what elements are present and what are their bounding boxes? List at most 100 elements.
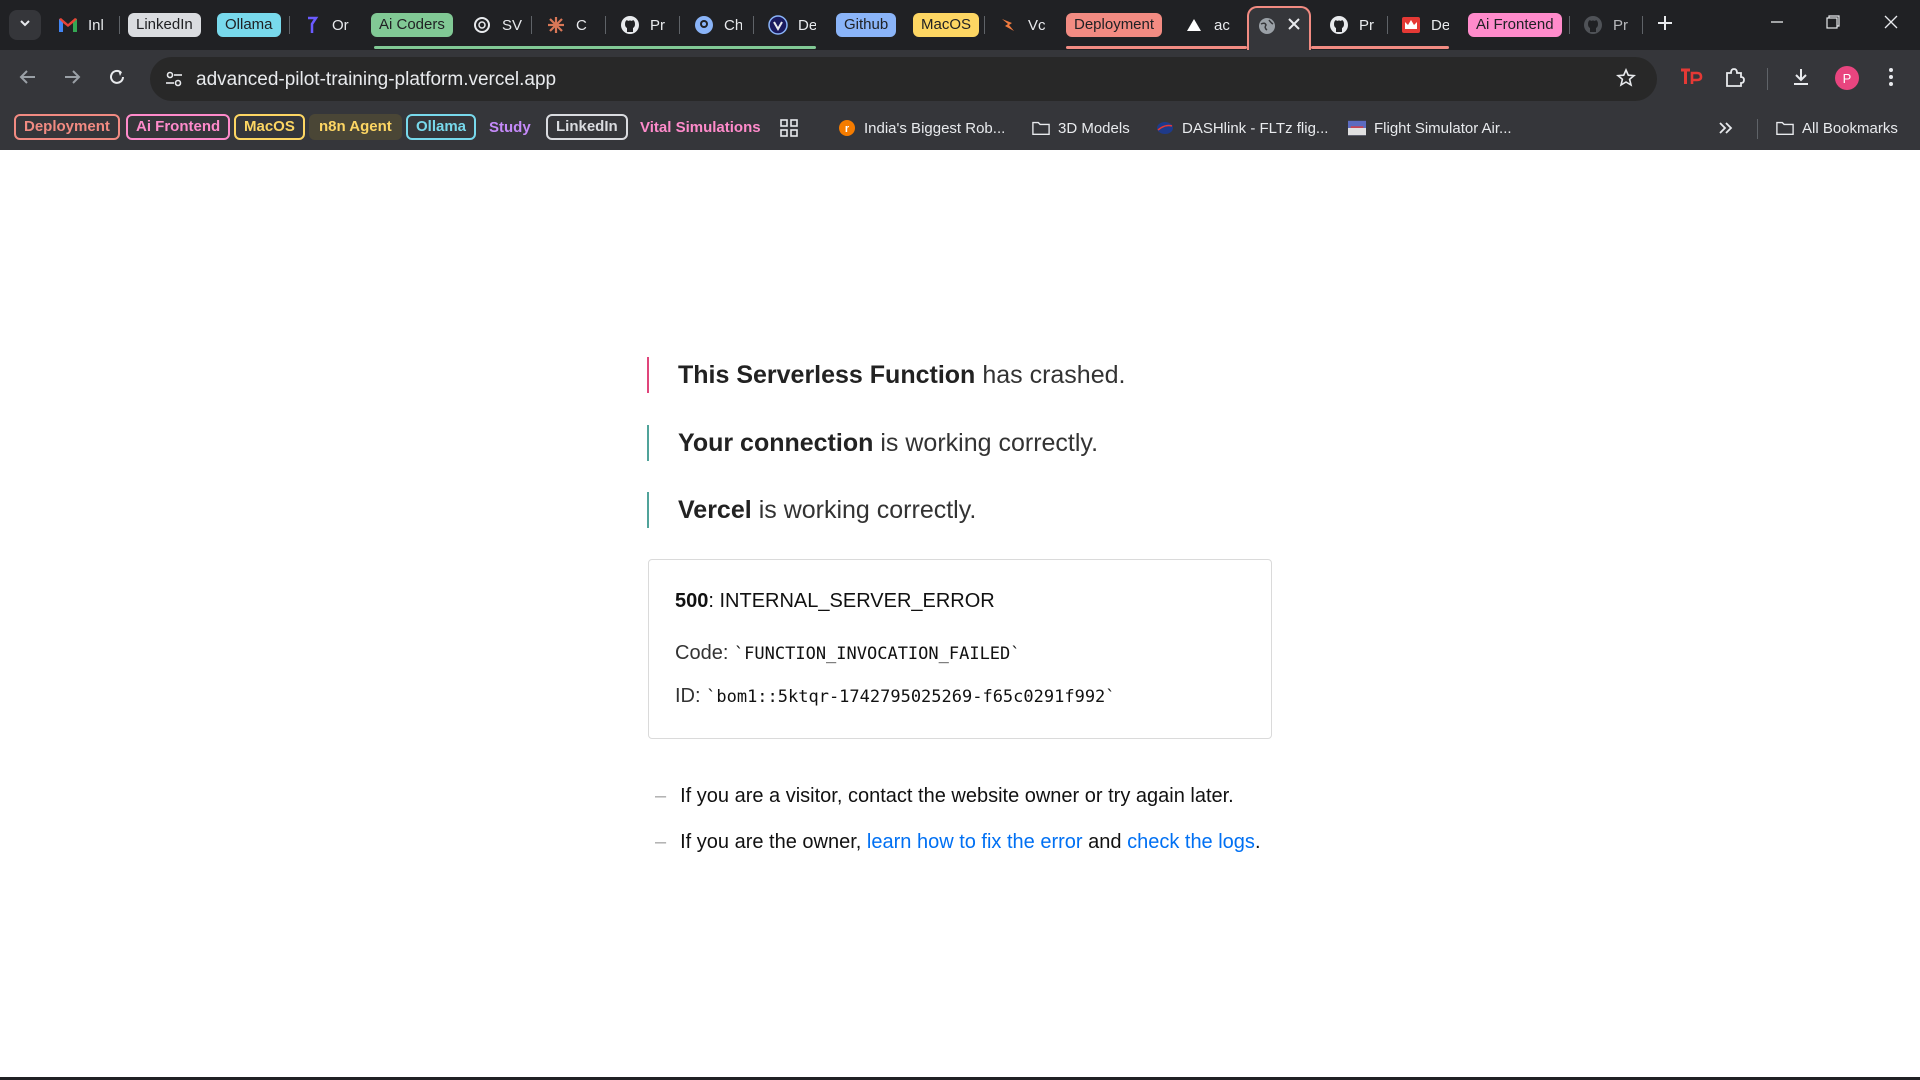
bookmark-group-n8n-agent[interactable]: n8n Agent xyxy=(309,114,402,140)
more-bookmarks-icon[interactable] xyxy=(1718,120,1734,141)
extensions-button[interactable] xyxy=(1718,62,1752,96)
downloads-button[interactable] xyxy=(1784,62,1818,96)
perplexity-icon xyxy=(302,15,322,35)
status-text: has crashed. xyxy=(982,360,1126,389)
apps-grid-icon[interactable] xyxy=(780,119,798,142)
star-icon[interactable] xyxy=(1615,68,1637,93)
tab-title: Inl xyxy=(88,16,104,34)
error-status-code: 500 xyxy=(675,590,709,612)
bookmark-label: All Bookmarks xyxy=(1802,119,1898,137)
restore-button[interactable] xyxy=(1813,8,1853,40)
bookmark-3d-models[interactable]: 3D Models xyxy=(1032,116,1130,140)
tab-title: ac xyxy=(1214,16,1230,34)
check-logs-link[interactable]: check the logs xyxy=(1127,831,1255,854)
tab-group-label: Ollama xyxy=(217,13,281,37)
tab-strip: Inl LinkedIn Ollama Or Ai Coders SV C Pr… xyxy=(0,0,1920,50)
tab-separator xyxy=(289,16,290,34)
tab-separator xyxy=(1569,16,1570,34)
back-button[interactable] xyxy=(11,62,45,96)
tab-group-github[interactable]: Github xyxy=(836,8,897,42)
tab-group-linkedin[interactable]: LinkedIn xyxy=(128,8,201,42)
tab-claude[interactable]: C xyxy=(546,8,594,42)
status-subject: Your connection xyxy=(678,428,874,457)
tab-github[interactable]: Pr xyxy=(620,8,668,42)
tab-title: Vc xyxy=(1028,16,1046,34)
tab-title: Pr xyxy=(650,16,665,34)
tab-group-deployment[interactable]: Deployment xyxy=(1066,8,1163,42)
folder-icon xyxy=(1032,119,1050,137)
new-tab-button[interactable] xyxy=(1652,12,1678,38)
bookmark-robu[interactable]: r India's Biggest Rob... xyxy=(838,116,1005,140)
site-settings-icon[interactable] xyxy=(164,69,184,94)
close-icon xyxy=(1884,15,1898,34)
all-bookmarks-button[interactable]: All Bookmarks xyxy=(1776,116,1898,140)
hint-dash: – xyxy=(655,784,667,807)
bookmark-group-ollama[interactable]: Ollama xyxy=(406,114,477,140)
tab-group-macos[interactable]: MacOS xyxy=(913,8,980,42)
hint-text: and xyxy=(1088,830,1122,853)
tab-search-button[interactable] xyxy=(9,10,41,40)
profile-avatar[interactable]: P xyxy=(1835,66,1859,90)
globe-icon xyxy=(1257,16,1277,41)
address-text[interactable]: advanced-pilot-training-platform.vercel.… xyxy=(196,69,556,91)
menu-button[interactable] xyxy=(1874,62,1908,96)
bookmark-flight-simulator[interactable]: Flight Simulator Air... xyxy=(1348,116,1512,140)
bookmark-group-macos[interactable]: MacOS xyxy=(234,114,305,140)
bookmark-dashlink[interactable]: DASHlink - FLTz flig... xyxy=(1156,116,1328,140)
tab-title: De xyxy=(798,16,816,34)
page-content: This Serverless Function has crashed. Yo… xyxy=(0,150,1920,1080)
hint-owner: – If you are the owner, learn how to fix… xyxy=(655,827,1261,857)
bookmark-label: DASHlink - FLTz flig... xyxy=(1182,119,1329,137)
gmail-icon xyxy=(58,15,78,35)
tab-group-label: Ai Coders xyxy=(371,13,453,37)
bookmarks-bar: Deployment Ai Frontend MacOS n8n Agent O… xyxy=(0,108,1920,150)
github-icon xyxy=(620,15,640,35)
tab-vercel[interactable]: ac xyxy=(1184,8,1234,42)
github-icon xyxy=(1583,15,1603,35)
reload-button[interactable] xyxy=(100,62,134,96)
bolt-icon xyxy=(998,15,1018,35)
tab-title: Or xyxy=(332,16,349,34)
hint-text: If you are the owner, xyxy=(680,830,862,853)
restore-icon xyxy=(1826,14,1840,34)
error-code-value: `FUNCTION_INVOCATION_FAILED` xyxy=(733,644,1021,664)
tab-github[interactable]: Pr xyxy=(1329,8,1375,42)
tab-group-ai-frontend[interactable]: Ai Frontend xyxy=(1468,8,1562,42)
tab-group-indicator xyxy=(374,46,816,49)
kebab-menu-icon xyxy=(1888,67,1894,92)
bookmark-group-study[interactable]: Study xyxy=(489,116,531,140)
error-heading: 500: INTERNAL_SERVER_ERROR xyxy=(675,590,995,613)
hint-dash: – xyxy=(655,830,667,853)
tab-title: C xyxy=(576,16,587,34)
tp-extension-icon xyxy=(1679,67,1703,92)
vercel-icon xyxy=(1184,15,1204,35)
close-tab-icon[interactable] xyxy=(1287,17,1301,36)
tab-active[interactable] xyxy=(1247,6,1311,50)
extension-tp-button[interactable] xyxy=(1674,62,1708,96)
bookmark-label: India's Biggest Rob... xyxy=(864,119,1006,137)
tab-chat[interactable]: Ch xyxy=(694,8,742,42)
tab-openai[interactable]: SV xyxy=(472,8,522,42)
minimize-button[interactable] xyxy=(1757,8,1797,40)
status-line-connection: Your connection is working correctly. xyxy=(647,425,1098,461)
bookmark-group-ai-frontend[interactable]: Ai Frontend xyxy=(126,114,231,140)
tab-v0[interactable]: De xyxy=(768,8,816,42)
bookmark-group-linkedin[interactable]: LinkedIn xyxy=(546,114,628,140)
tab-bolt[interactable]: Vc xyxy=(998,8,1046,42)
bookmark-group-vital-simulations[interactable]: Vital Simulations xyxy=(640,116,761,140)
status-line-vercel: Vercel is working correctly. xyxy=(647,492,976,528)
tab-github[interactable]: Pr xyxy=(1583,8,1631,42)
bookmark-group-deployment[interactable]: Deployment xyxy=(14,114,120,140)
fix-error-link[interactable]: learn how to fix the error xyxy=(867,831,1083,854)
address-bar[interactable]: advanced-pilot-training-platform.vercel.… xyxy=(150,57,1657,101)
tab-group-ollama[interactable]: Ollama xyxy=(217,8,281,42)
tab-group-label: LinkedIn xyxy=(128,13,201,37)
forward-button[interactable] xyxy=(55,62,89,96)
tab-crown[interactable]: De xyxy=(1401,8,1449,42)
tab-perplexity[interactable]: Or xyxy=(302,8,350,42)
tab-gmail[interactable]: Inl xyxy=(58,8,110,42)
reload-icon xyxy=(107,67,127,92)
tab-group-ai-coders[interactable]: Ai Coders xyxy=(371,8,453,42)
close-window-button[interactable] xyxy=(1871,8,1911,40)
tab-title: Pr xyxy=(1359,16,1374,34)
